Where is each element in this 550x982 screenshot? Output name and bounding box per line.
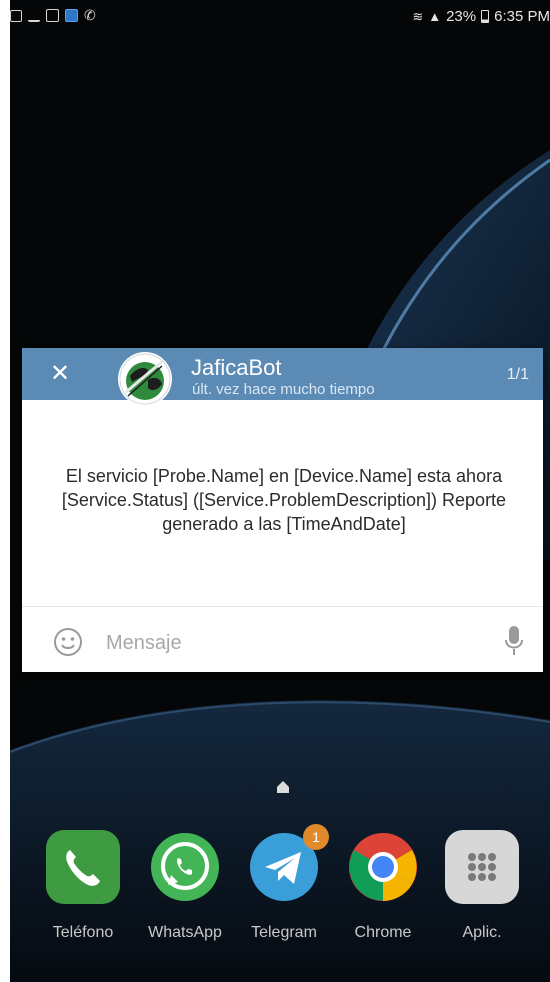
battery-percent: 23% — [446, 8, 477, 25]
telegram-icon: 1 — [247, 824, 329, 904]
phone-icon — [46, 830, 120, 904]
dock-app-aplic[interactable]: Aplic. — [432, 830, 532, 942]
wifi-icon: ≋ — [412, 8, 424, 24]
close-button[interactable]: ✕ — [46, 360, 74, 388]
quick-reply-popup: ✕ JaficaBot últ. vez hace mucho tiempo 1… — [22, 348, 543, 672]
popup-header: ✕ JaficaBot últ. vez hace mucho tiempo 1… — [22, 348, 543, 406]
last-seen-status: últ. vez hace mucho tiempo — [192, 381, 375, 398]
apps-grid-icon — [445, 830, 519, 904]
missed-call-icon: ✆ — [84, 7, 96, 23]
chrome-icon — [346, 830, 420, 904]
signal-icon: ▲ — [428, 9, 442, 24]
message-text: El servicio [Probe.Name] en [Device.Name… — [61, 466, 507, 534]
divider — [22, 606, 543, 607]
app-dock: Teléfono WhatsApp 1 Telegram Chrome Apli… — [10, 824, 550, 970]
bot-avatar[interactable] — [118, 352, 172, 406]
image-icon — [46, 9, 59, 22]
dock-app-telefono[interactable]: Teléfono — [33, 830, 133, 942]
notification-icons: ✆ — [10, 7, 97, 23]
message-input[interactable] — [104, 624, 488, 662]
clock: 6:35 PM — [494, 8, 550, 25]
globe-icon — [119, 353, 171, 405]
emoji-icon[interactable] — [52, 626, 84, 658]
dock-app-whatsapp[interactable]: WhatsApp — [135, 830, 235, 942]
battery-icon — [481, 10, 490, 23]
app-label: Telegram — [251, 924, 317, 941]
microphone-icon[interactable] — [504, 624, 524, 658]
bot-name[interactable]: JaficaBot — [191, 355, 282, 381]
app-label: Chrome — [354, 924, 412, 941]
phone-screen: ✆ ≋ ▲ 23% 6:35 PM ✕ JaficaBot últ. vez h… — [10, 0, 550, 982]
status-indicators: ≋ ▲ 23% 6:35 PM — [412, 8, 550, 25]
app-label: WhatsApp — [148, 924, 222, 941]
status-bar: ✆ ≋ ▲ 23% 6:35 PM — [10, 0, 550, 34]
dock-app-telegram[interactable]: 1 Telegram — [234, 824, 334, 942]
message-counter: 1/1 — [506, 366, 529, 383]
calendar-icon — [10, 9, 22, 22]
app-label: Teléfono — [52, 924, 114, 941]
home-page-indicator-icon — [277, 781, 289, 793]
dock-app-chrome[interactable]: Chrome — [333, 830, 433, 942]
whatsapp-icon — [148, 830, 222, 904]
app-notification-icon — [65, 9, 78, 22]
app-label: Aplic. — [462, 924, 502, 941]
download-icon — [28, 10, 40, 22]
notification-badge: 1 — [303, 824, 329, 850]
